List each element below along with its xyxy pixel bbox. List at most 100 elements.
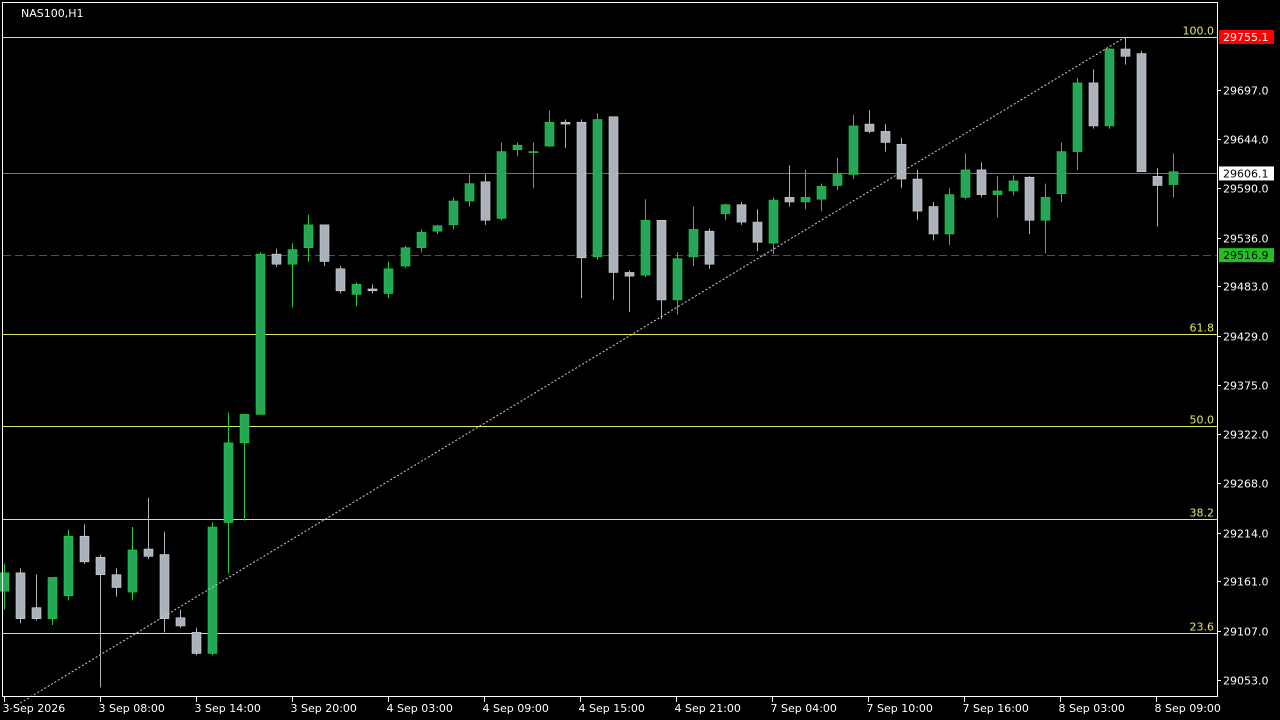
candle-body bbox=[1104, 48, 1115, 127]
candle-body bbox=[864, 123, 875, 132]
candle-body bbox=[351, 284, 362, 295]
candle-body bbox=[512, 144, 523, 151]
candle-body bbox=[800, 197, 811, 203]
price-tick-label: 29429.0 bbox=[1223, 331, 1269, 344]
candle bbox=[255, 252, 266, 415]
candle bbox=[319, 224, 330, 267]
price-tick-label: 29161.0 bbox=[1223, 576, 1269, 589]
candle-body bbox=[1088, 82, 1099, 127]
candle-body bbox=[960, 169, 971, 198]
candle-body bbox=[255, 253, 266, 415]
price-tick-label: 29268.0 bbox=[1223, 478, 1269, 491]
candle-body bbox=[592, 119, 603, 258]
time-tick-label: 4 Sep 21:00 bbox=[675, 702, 741, 715]
time-tick-label: 4 Sep 09:00 bbox=[483, 702, 549, 715]
candle-body bbox=[576, 121, 587, 259]
time-tick-label: 7 Sep 16:00 bbox=[963, 702, 1029, 715]
candle-body bbox=[736, 204, 747, 223]
candle bbox=[400, 245, 411, 268]
candle-body bbox=[560, 121, 571, 125]
price-tick-label: 29483.0 bbox=[1223, 281, 1269, 294]
candle-body bbox=[0, 572, 10, 592]
candle-body bbox=[79, 535, 90, 563]
candle-body bbox=[1056, 151, 1067, 194]
candle-body bbox=[640, 219, 651, 276]
candle-body bbox=[496, 151, 507, 219]
candle-body bbox=[480, 181, 491, 221]
candle bbox=[1056, 142, 1067, 202]
time-tick-label: 7 Sep 04:00 bbox=[771, 702, 837, 715]
candle-body bbox=[1136, 53, 1147, 173]
candle-body bbox=[111, 574, 122, 588]
candle bbox=[592, 113, 603, 260]
candle-body bbox=[143, 548, 154, 557]
candle-body bbox=[672, 258, 683, 301]
candle-body bbox=[239, 414, 250, 444]
candle-body bbox=[47, 577, 58, 619]
fib-level-label: 38.2 bbox=[1190, 507, 1215, 520]
candle-body bbox=[784, 197, 795, 203]
candle-body bbox=[544, 121, 555, 147]
candle-body bbox=[848, 125, 859, 175]
candle bbox=[1104, 48, 1115, 129]
candle-body bbox=[15, 572, 26, 619]
chart-background bbox=[0, 0, 1280, 720]
fib-level-label: 23.6 bbox=[1190, 621, 1215, 634]
candle-body bbox=[832, 174, 843, 186]
candle bbox=[1136, 50, 1147, 173]
fib-level-label: 61.8 bbox=[1190, 322, 1215, 335]
candle-body bbox=[383, 268, 394, 294]
ask-price-value: 29755.1 bbox=[1223, 31, 1269, 44]
time-tick-label: 4 Sep 15:00 bbox=[579, 702, 645, 715]
candle bbox=[63, 529, 74, 601]
price-chart[interactable]: 100.0 61.8 50.0 38.2 23.6 29697.0 29644.0 2959… bbox=[0, 0, 1280, 720]
candle-body bbox=[976, 169, 987, 195]
candle-body bbox=[1008, 180, 1019, 192]
candle bbox=[736, 201, 747, 225]
price-tick-label: 29644.0 bbox=[1223, 134, 1269, 147]
candle bbox=[608, 116, 619, 300]
candle-body bbox=[223, 442, 234, 523]
candle-body bbox=[335, 268, 346, 292]
candle-body bbox=[1120, 48, 1131, 57]
time-tick-label: 3 Sep 14:00 bbox=[195, 702, 261, 715]
candle bbox=[496, 142, 507, 221]
price-tick-label: 29322.0 bbox=[1223, 429, 1269, 442]
time-tick-label: 4 Sep 03:00 bbox=[387, 702, 453, 715]
candle bbox=[448, 197, 459, 230]
price-tick-label: 29536.0 bbox=[1223, 233, 1269, 246]
fib-level-label: 50.0 bbox=[1190, 414, 1215, 427]
candle-body bbox=[720, 204, 731, 215]
candle-body bbox=[95, 556, 106, 575]
candle-body bbox=[768, 199, 779, 244]
candle-body bbox=[656, 219, 667, 301]
candle-body bbox=[816, 186, 827, 200]
candle-body bbox=[31, 607, 42, 619]
candle-body bbox=[63, 535, 74, 597]
horizontal-level-price-value: 29516.9 bbox=[1223, 249, 1269, 262]
price-tick-label: 29053.0 bbox=[1223, 675, 1269, 688]
candle bbox=[480, 174, 491, 225]
candle-body bbox=[1152, 175, 1163, 186]
candle-body bbox=[448, 200, 459, 226]
candle-body bbox=[400, 247, 411, 267]
candle-body bbox=[127, 549, 138, 593]
candle-body bbox=[464, 183, 475, 202]
candle-body bbox=[880, 131, 891, 143]
time-tick-label: 3 Sep 08:00 bbox=[99, 702, 165, 715]
candle-body bbox=[1024, 176, 1035, 221]
bid-price-value: 29606.1 bbox=[1223, 167, 1269, 180]
candle bbox=[15, 568, 26, 624]
time-tick-label: 3 Sep 2026 bbox=[3, 702, 66, 715]
candle-body bbox=[704, 230, 715, 265]
time-tick-label: 8 Sep 03:00 bbox=[1059, 702, 1125, 715]
candle-body bbox=[416, 231, 427, 249]
price-tick-label: 29590.0 bbox=[1223, 183, 1269, 196]
candle-body bbox=[1072, 82, 1083, 152]
symbol-label: NAS100,H1 bbox=[21, 7, 84, 20]
candle-body bbox=[159, 554, 170, 619]
candle-body bbox=[528, 151, 539, 153]
candle-body bbox=[912, 178, 923, 212]
candle-body bbox=[432, 225, 443, 232]
candle-body bbox=[319, 224, 330, 262]
